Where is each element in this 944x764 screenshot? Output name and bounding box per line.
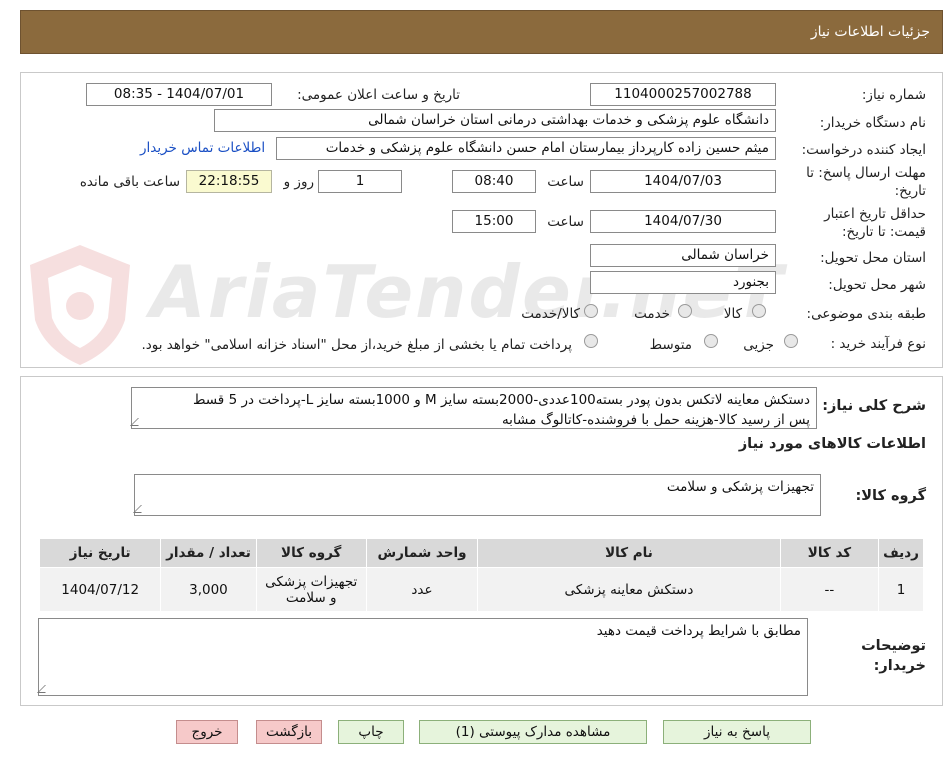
treasury-payment-note: پرداخت تمام یا بخشی از مبلغ خرید،از محل …: [141, 337, 572, 353]
validity-label-cont: قیمت: تا تاریخ:: [842, 224, 926, 240]
resize-handle-icon[interactable]: [37, 685, 53, 693]
description-line-2: پس از رسید کالا-هزینه حمل با فروشنده-کات…: [501, 412, 810, 428]
print-button[interactable]: چاپ: [338, 720, 404, 744]
announce-label: تاریخ و ساعت اعلان عمومی:: [297, 87, 460, 103]
validity-date-field: 1404/07/30: [590, 210, 776, 233]
creator-label: ایجاد کننده درخواست:: [801, 142, 926, 158]
col-goods-code: کد کالا: [779, 538, 880, 568]
deadline-time-label: ساعت: [547, 174, 584, 190]
category-label: طبقه بندی موضوعی:: [806, 306, 926, 322]
buyer-notes-label: توضیحات: [861, 638, 926, 654]
buyer-org-label: نام دستگاه خریدار:: [819, 115, 926, 131]
category-radio-goods-service[interactable]: [584, 304, 598, 318]
deadline-label-cont: تاریخ:: [894, 183, 926, 199]
description-field: دستکش معاینه لاتکس بدون پودر بسته100عددی…: [130, 387, 817, 429]
process-radio-minor[interactable]: [784, 334, 798, 348]
days-remaining-field: 1: [318, 170, 402, 193]
remaining-time-label: ساعت باقی مانده: [79, 174, 180, 190]
category-option-goods: کالا: [723, 306, 742, 322]
buyer-contact-link[interactable]: اطلاعات تماس خریدار: [140, 140, 265, 156]
reply-button[interactable]: پاسخ به نیاز: [663, 720, 811, 744]
category-option-service: خدمت: [634, 306, 670, 322]
col-unit: واحد شمارش: [365, 538, 479, 568]
exit-button[interactable]: خروج: [176, 720, 238, 744]
page-title: جزئيات اطلاعات نياز: [810, 24, 930, 40]
deadline-time-field: 08:40: [452, 170, 536, 193]
process-type-label: نوع فرآیند خرید :: [830, 336, 926, 352]
cell-row-number: 1: [878, 567, 924, 612]
validity-time-field: 15:00: [452, 210, 536, 233]
validity-time-label: ساعت: [547, 214, 584, 230]
category-option-goods-service: کالا/خدمت: [521, 306, 580, 322]
remaining-time-field: 22:18:55: [186, 170, 272, 193]
need-number-label: شماره نیاز:: [861, 87, 926, 103]
category-radio-goods[interactable]: [752, 304, 766, 318]
creator-field: میثم حسین زاده کارپرداز بیمارستان امام ح…: [276, 137, 776, 160]
cell-goods-name: دستکش معاینه پزشکی: [477, 567, 781, 612]
back-button[interactable]: بازگشت: [256, 720, 322, 744]
need-number-field: 1104000257002788: [590, 83, 776, 106]
cell-quantity: 3,000: [160, 567, 257, 612]
col-need-date: تاریخ نیاز: [38, 538, 162, 568]
city-field: بجنورد: [590, 271, 776, 294]
city-label: شهر محل تحویل:: [828, 277, 926, 293]
view-attachments-button[interactable]: مشاهده مدارک پیوستی (1): [419, 720, 647, 744]
cell-goods-group: تجهیزات پزشکی و سلامت: [255, 567, 367, 612]
cell-goods-code: --: [779, 567, 880, 612]
process-radio-medium[interactable]: [704, 334, 718, 348]
col-quantity: تعداد / مقدار: [160, 538, 257, 568]
col-goods-name: نام کالا: [477, 538, 781, 568]
deadline-label: مهلت ارسال پاسخ: تا: [806, 165, 926, 181]
goods-group-label: گروه کالا:: [855, 488, 926, 504]
buyer-org-field: دانشگاه علوم پزشکی و خدمات بهداشتی درمان…: [214, 109, 776, 132]
deadline-date-field: 1404/07/03: [590, 170, 776, 193]
resize-handle-icon[interactable]: [133, 505, 149, 513]
buyer-notes-text: مطابق با شرایط پرداخت قیمت دهید: [596, 623, 801, 639]
page-header: جزئيات اطلاعات نياز: [20, 10, 943, 54]
process-option-medium: متوسط: [649, 337, 692, 353]
goods-table: ردیف کد کالا نام کالا واحد شمارش گروه کا…: [38, 538, 924, 612]
validity-label: حداقل تاریخ اعتبار: [824, 206, 926, 222]
col-row-number: ردیف: [878, 538, 924, 568]
goods-group-value: تجهیزات پزشکی و سلامت: [666, 479, 814, 495]
table-row: 1 -- دستکش معاینه پزشکی عدد تجهیزات پزشک…: [38, 567, 924, 612]
category-radio-service[interactable]: [678, 304, 692, 318]
process-option-minor: جزیی: [743, 337, 774, 353]
col-goods-group: گروه کالا: [255, 538, 367, 568]
buyer-notes-field: مطابق با شرایط پرداخت قیمت دهید: [37, 618, 808, 696]
announce-datetime-field: 1404/07/01 - 08:35: [86, 83, 272, 106]
goods-group-field: تجهیزات پزشکی و سلامت: [133, 474, 821, 516]
province-field: خراسان شمالی: [590, 244, 776, 267]
province-label: استان محل تحویل:: [820, 250, 926, 266]
days-label: روز و: [283, 174, 314, 190]
goods-section-title: اطلاعات کالاهای مورد نیاز: [738, 436, 926, 452]
description-line-1: دستکش معاینه لاتکس بدون پودر بسته100عددی…: [192, 392, 810, 408]
process-radio-treasury[interactable]: [584, 334, 598, 348]
goods-table-header: ردیف کد کالا نام کالا واحد شمارش گروه کا…: [38, 538, 924, 568]
cell-need-date: 1404/07/12: [38, 567, 162, 612]
cell-unit: عدد: [365, 567, 479, 612]
description-label: شرح کلی نیاز:: [822, 398, 926, 414]
buyer-notes-label-cont: خریدار:: [873, 658, 926, 674]
